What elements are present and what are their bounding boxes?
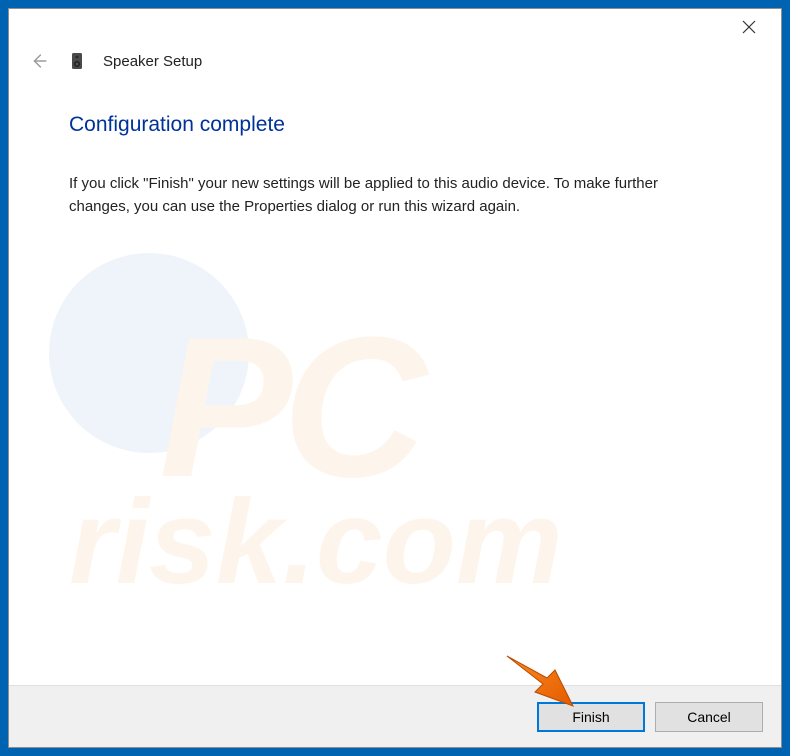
- watermark: PC risk.com: [9, 73, 781, 685]
- speaker-setup-dialog: Speaker Setup PC risk.com Configuration …: [8, 8, 782, 748]
- header-row: Speaker Setup: [9, 45, 781, 73]
- speaker-icon: [67, 51, 87, 71]
- footer-bar: Finish Cancel: [9, 685, 781, 747]
- back-button[interactable]: [27, 49, 51, 73]
- page-heading: Configuration complete: [69, 113, 721, 137]
- cancel-button[interactable]: Cancel: [655, 702, 763, 732]
- wizard-title: Speaker Setup: [103, 53, 202, 70]
- titlebar: [9, 9, 781, 45]
- close-button[interactable]: [729, 12, 769, 42]
- page-body-text: If you click "Finish" your new settings …: [69, 173, 679, 218]
- close-icon: [742, 20, 756, 34]
- finish-button[interactable]: Finish: [537, 702, 645, 732]
- content-area: PC risk.com Configuration complete If yo…: [9, 73, 781, 685]
- back-arrow-icon: [28, 50, 50, 72]
